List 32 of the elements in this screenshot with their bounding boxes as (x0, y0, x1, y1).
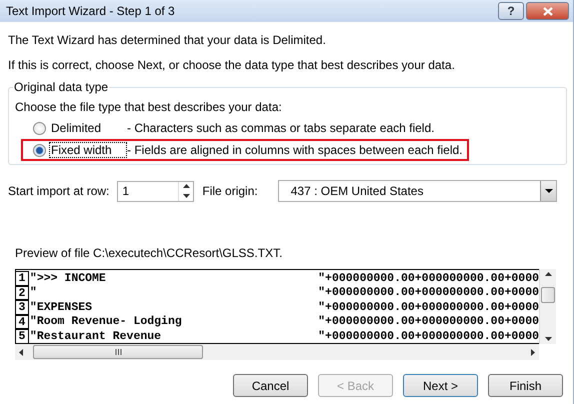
line-number: 1 (16, 271, 29, 286)
help-button[interactable]: ? (498, 2, 524, 20)
preview-text: "+000000000.00+000000000.00+0000 (318, 330, 539, 343)
preview-label: Preview of file C:\executech\CCResort\GLSS.TXT. (15, 246, 284, 260)
preview-text: "Restaurant Revenue (28, 330, 162, 343)
preview-text: "+000000000.00+000000000.00+0000 (318, 272, 539, 285)
preview-text: ">>> INCOME (28, 272, 107, 285)
group-title: Original data type (13, 80, 110, 94)
file-origin-dropdown[interactable]: 437 : OEM United States (278, 180, 557, 202)
preview-text: "+000000000.00+000000000.00+0000 (318, 300, 539, 314)
option-description: - Characters such as commas or tabs separate each field. (127, 121, 434, 135)
file-origin-label: File origin: (202, 184, 258, 198)
prompt-text: Choose the file type that best describes your data: (15, 100, 283, 114)
line-number: 3 (16, 300, 29, 314)
dialog-button[interactable]: Cancel (233, 374, 308, 397)
dialog-button[interactable]: Next > (403, 374, 478, 397)
preview-text: "EXPENSES (28, 300, 94, 314)
start-row-label: Start import at row: (8, 184, 110, 198)
radio-label[interactable]: Delimited (49, 120, 127, 136)
window-title: Text Import Wizard - Step 1 of 3 (6, 4, 176, 18)
info-text: The Text Wizard has determined that your data is Delimited. (8, 33, 327, 47)
preview-text: "+000000000.00+000000000.00+0000 (318, 286, 539, 300)
option-description: - Fields are aligned in columns with spaces between each field. (127, 143, 463, 157)
start-row-spinner[interactable]: 1 (117, 180, 194, 202)
preview-text: "+000000000.00+000000000.00+0000 (318, 315, 539, 328)
preview-text: " (28, 286, 38, 300)
line-number: 2 (16, 286, 29, 300)
preview-text: "Room Revenue- Lodging (28, 315, 183, 328)
radio-label[interactable]: Fixed width (49, 142, 127, 158)
info-text: If this is correct, choose Next, or choose the data type that best describes your data. (8, 58, 456, 72)
dialog-button[interactable]: Finish (488, 374, 563, 397)
line-number: 4 (16, 314, 29, 329)
